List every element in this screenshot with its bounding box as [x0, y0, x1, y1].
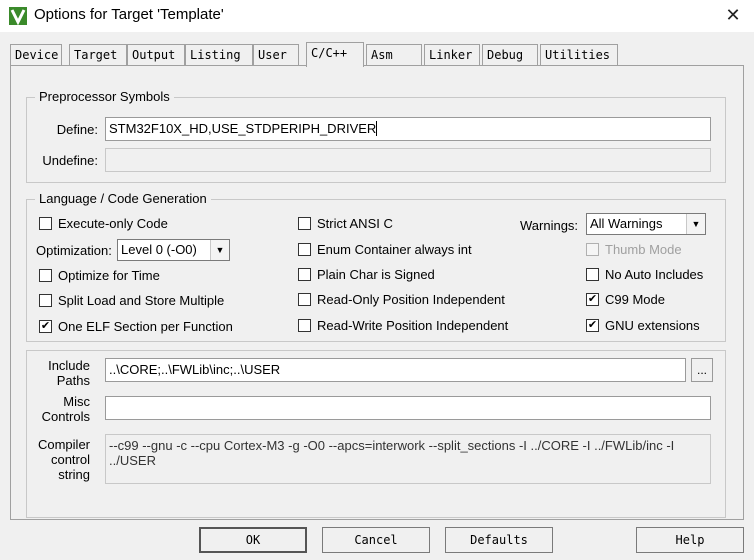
tab-listing[interactable]: Listing — [185, 44, 253, 65]
compiler-control-string: --c99 --gnu -c --cpu Cortex-M3 -g -O0 --… — [105, 434, 711, 484]
ro-position-independent-checkbox[interactable]: Read-Only Position Independent — [298, 292, 505, 307]
checkbox-box — [586, 243, 599, 256]
close-icon[interactable]: ✕ — [720, 2, 746, 28]
define-input[interactable]: STM32F10X_HD,USE_STDPERIPH_DRIVER — [105, 117, 711, 141]
include-paths-label: Include Paths — [48, 358, 90, 388]
thumb-mode-checkbox: Thumb Mode — [586, 242, 682, 257]
execute-only-checkbox[interactable]: Execute-only Code — [39, 216, 168, 231]
c99-mode-checkbox[interactable]: ✔ C99 Mode — [586, 292, 665, 307]
tab-utilities[interactable]: Utilities — [540, 44, 618, 65]
checkbox-box[interactable] — [298, 319, 311, 332]
checkbox-box[interactable] — [298, 217, 311, 230]
language-title: Language / Code Generation — [35, 191, 211, 206]
window-title: Options for Target 'Template' — [34, 6, 224, 23]
tab-user[interactable]: User — [253, 44, 299, 65]
checkbox-box[interactable] — [39, 294, 52, 307]
tab-target[interactable]: Target — [69, 44, 127, 65]
tab-device[interactable]: Device — [10, 44, 62, 65]
tab-strip: Device Target Output Listing User C/C++ … — [10, 42, 744, 67]
no-auto-includes-checkbox[interactable]: No Auto Includes — [586, 267, 703, 282]
optimization-select[interactable]: Level 0 (-O0) ▼ — [117, 239, 230, 261]
checkbox-box[interactable] — [39, 217, 52, 230]
strict-ansi-checkbox[interactable]: Strict ANSI C — [298, 216, 393, 231]
browse-include-paths-button[interactable]: ... — [691, 358, 713, 382]
preprocessor-title: Preprocessor Symbols — [35, 89, 174, 104]
enum-container-checkbox[interactable]: Enum Container always int — [298, 242, 472, 257]
misc-controls-label: Misc Controls — [41, 394, 90, 424]
checkbox-box[interactable] — [298, 243, 311, 256]
checkbox-box[interactable] — [39, 269, 52, 282]
cancel-button[interactable]: Cancel — [322, 527, 430, 553]
undefine-label: Undefine: — [42, 153, 98, 168]
checkbox-box[interactable] — [298, 293, 311, 306]
define-label: Define: — [56, 122, 98, 137]
gnu-extensions-checkbox[interactable]: ✔ GNU extensions — [586, 318, 700, 333]
dropdown-arrow-icon[interactable]: ▼ — [210, 240, 229, 260]
checkbox-box[interactable]: ✔ — [586, 293, 599, 306]
checkbox-box[interactable] — [586, 268, 599, 281]
checkbox-box[interactable]: ✔ — [39, 320, 52, 333]
tab-linker[interactable]: Linker — [424, 44, 480, 65]
help-button[interactable]: Help — [636, 527, 744, 553]
warnings-select[interactable]: All Warnings ▼ — [586, 213, 706, 235]
compiler-control-label: Compiler control string — [37, 437, 90, 482]
checkbox-box[interactable]: ✔ — [586, 319, 599, 332]
ok-button[interactable]: OK — [199, 527, 307, 553]
rw-position-independent-checkbox[interactable]: Read-Write Position Independent — [298, 318, 508, 333]
one-elf-checkbox[interactable]: ✔ One ELF Section per Function — [39, 319, 233, 334]
defaults-button[interactable]: Defaults — [445, 527, 553, 553]
tab-debug[interactable]: Debug — [482, 44, 538, 65]
optimize-time-checkbox[interactable]: Optimize for Time — [39, 268, 160, 283]
tab-asm[interactable]: Asm — [366, 44, 422, 65]
optimization-label: Optimization: — [36, 243, 112, 258]
dropdown-arrow-icon[interactable]: ▼ — [686, 214, 705, 234]
text-caret — [376, 121, 378, 136]
misc-controls-input[interactable] — [105, 396, 711, 420]
tab-c-cpp[interactable]: C/C++ — [306, 42, 364, 67]
undefine-input[interactable] — [105, 148, 711, 172]
plain-char-checkbox[interactable]: Plain Char is Signed — [298, 267, 435, 282]
split-load-checkbox[interactable]: Split Load and Store Multiple — [39, 293, 224, 308]
title-bar: Options for Target 'Template' ✕ — [0, 0, 754, 32]
include-paths-input[interactable]: ..\CORE;..\FWLib\inc;..\USER — [105, 358, 686, 382]
uvision-icon — [9, 7, 27, 25]
checkbox-box[interactable] — [298, 268, 311, 281]
tab-output[interactable]: Output — [127, 44, 185, 65]
warnings-label: Warnings: — [520, 218, 579, 233]
